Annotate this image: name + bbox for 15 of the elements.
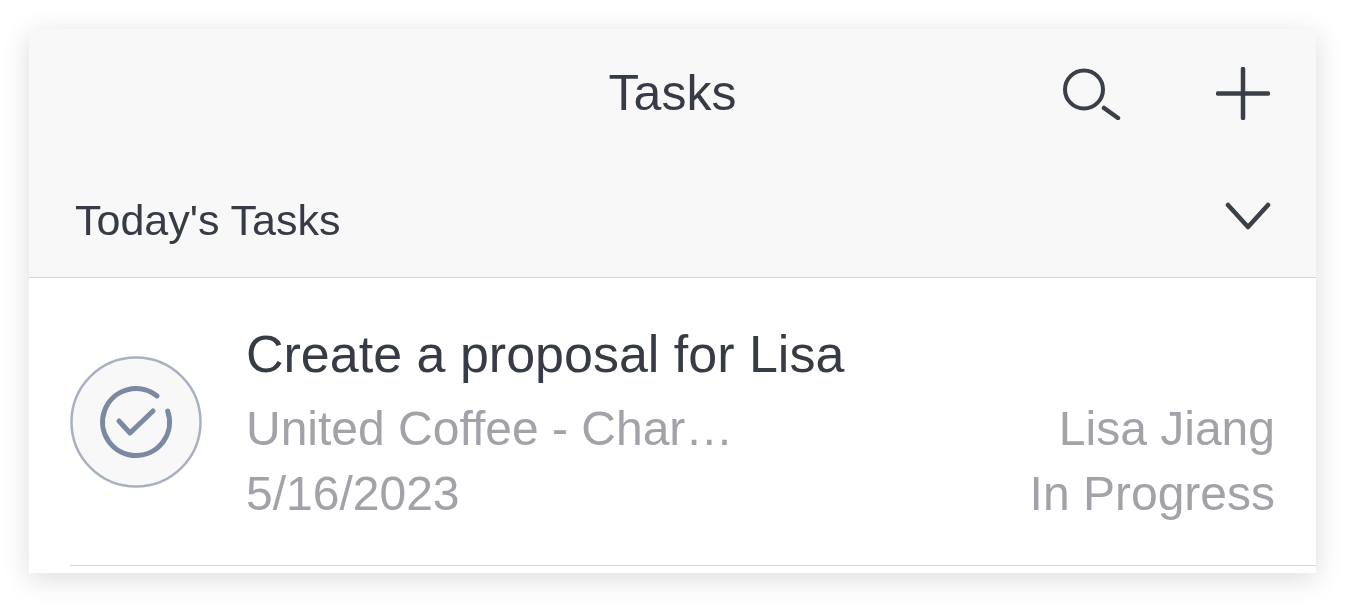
owner-name: Lisa Jiang <box>1058 400 1275 457</box>
add-button[interactable] <box>1216 66 1270 120</box>
due-date: 5/16/2023 <box>246 465 460 522</box>
chevron-icon[interactable] <box>1225 201 1271 231</box>
task-row[interactable]: Create a proposal for Lisa United Coffee - Char… 5/16/2023 Lisa Jiang In Progress <box>70 278 1316 566</box>
task-title: Create a proposal for Lisa <box>246 323 846 385</box>
search-button[interactable] <box>1061 68 1121 120</box>
section-header[interactable]: Today's Tasks <box>29 157 1316 278</box>
search-icon <box>1061 68 1121 120</box>
account-name: United Coffee - Char… <box>246 400 734 457</box>
check-circle-icon[interactable] <box>70 355 202 488</box>
plus-icon <box>1216 66 1270 120</box>
section-title: Today's Tasks <box>75 195 341 246</box>
page-title: Tasks <box>608 64 737 123</box>
task-status: In Progress <box>1029 465 1275 522</box>
